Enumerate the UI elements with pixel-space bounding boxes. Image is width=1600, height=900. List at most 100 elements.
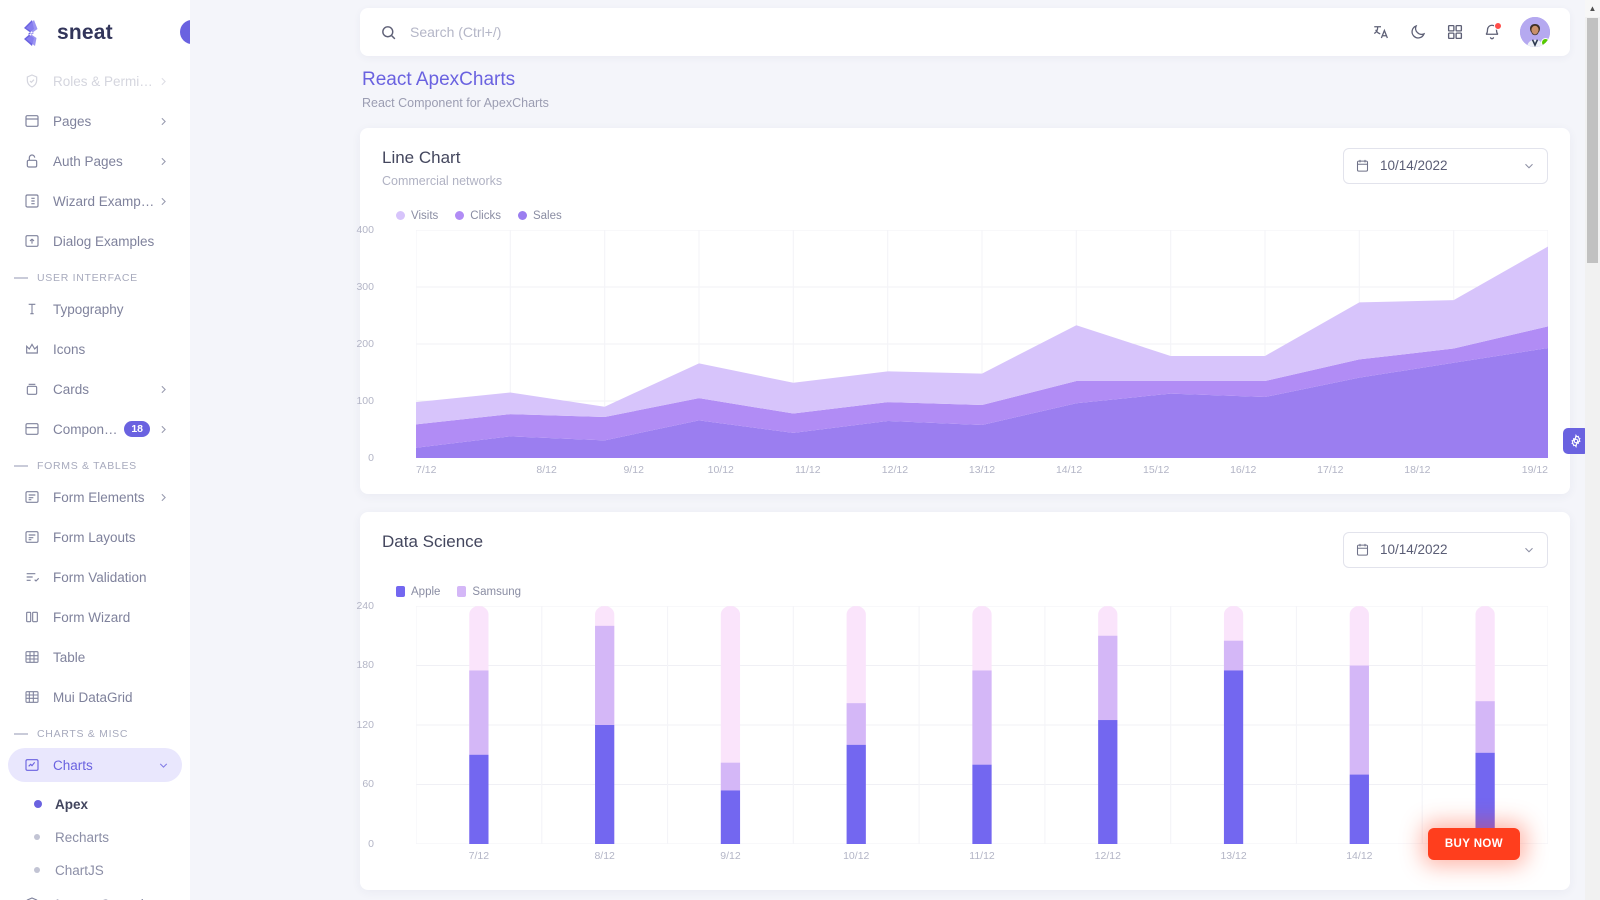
sidebar-subitem-label: Apex (55, 796, 89, 812)
online-status-dot (1541, 38, 1550, 47)
x-axis-tick: 12/12 (881, 463, 909, 476)
bullet-icon (34, 800, 42, 808)
translate-icon[interactable] (1372, 23, 1390, 41)
legend-swatch (396, 586, 405, 598)
page-subtitle: React Component for ApexCharts (362, 95, 549, 110)
sidebar-item-typography[interactable]: Typography (8, 292, 182, 326)
calendar-icon (1355, 542, 1370, 557)
chevron-right-icon (157, 115, 170, 128)
legend-label: Samsung (472, 585, 522, 598)
legend-item-samsung[interactable]: Samsung (457, 586, 521, 598)
sidebar-subitem-apex[interactable]: Apex (8, 788, 182, 820)
bar-chart-card: Data Science 10/14/2022 Apple Samsung 0 … (356, 511, 1570, 890)
x-axis-tick: 8/12 (536, 463, 557, 476)
section-dash (14, 465, 28, 467)
line-chart-datepicker[interactable]: 10/14/2022 (1343, 147, 1548, 184)
sidebar-item-auth-pages[interactable]: Auth Pages (8, 144, 182, 178)
legend-item-clicks[interactable]: Clicks (455, 210, 501, 222)
legend-item-apple[interactable]: Apple (396, 586, 440, 598)
page-heading: React ApexCharts React Component for Ape… (360, 68, 1582, 110)
dialog-icon (22, 231, 42, 251)
shield-icon (22, 894, 42, 900)
brand-logo-block[interactable]: sneat (0, 0, 190, 64)
sidebar-item-wizard-examples[interactable]: Wizard Examples (8, 184, 182, 218)
sidebar-item-label: Charts (53, 757, 93, 773)
bar-chart-datepicker[interactable]: 10/14/2022 (1343, 531, 1548, 568)
scrollbar-thumb[interactable] (1587, 18, 1598, 263)
x-axis-tick: 8/12 (594, 849, 615, 862)
sidebar-item-table[interactable]: Table (8, 640, 182, 674)
sidebar-item-components[interactable]: Components 18 (8, 412, 182, 446)
page-scrollbar[interactable]: ▲ (1585, 0, 1600, 900)
topbar-icon-group (1372, 17, 1550, 47)
x-axis-tick: 11/12 (969, 849, 995, 862)
y-axis-tick: 180 (356, 659, 374, 672)
sidebar-subitem-chartjs[interactable]: ChartJS (8, 854, 182, 886)
sidebar-item-dialog-examples[interactable]: Dialog Examples (8, 224, 182, 258)
gear-icon (1571, 434, 1581, 448)
x-axis-tick: 18/12 (1404, 463, 1431, 476)
list-box-icon (22, 191, 42, 211)
bullet-icon (34, 867, 40, 873)
legend-item-visits[interactable]: Visits (396, 210, 438, 222)
sidebar-item-label: Table (53, 649, 86, 665)
sidebar-item-label: Form Layouts (53, 529, 136, 545)
sidebar-item-mui-datagrid[interactable]: Mui DataGrid (8, 680, 182, 714)
legend-label: Visits (411, 209, 439, 222)
buy-now-button[interactable]: BUY NOW (1427, 828, 1520, 860)
sneat-logo-icon (24, 20, 38, 46)
sidebar-item-label: Dialog Examples (53, 233, 155, 249)
sidebar-item-label: Mui DataGrid (53, 689, 133, 705)
legend-item-sales[interactable]: Sales (517, 210, 562, 222)
sidebar-item-label: Form Elements (53, 489, 145, 505)
chevron-right-icon (157, 195, 170, 208)
sidebar-item-cards[interactable]: Cards (8, 372, 182, 406)
y-axis-tick: 200 (356, 337, 374, 350)
avatar[interactable] (1520, 17, 1550, 47)
bar-chart-header: Data Science 10/14/2022 (382, 531, 1548, 568)
notification-badge (1494, 22, 1502, 30)
search-box[interactable] (380, 24, 1372, 41)
section-label: CHARTS & MISC (37, 728, 129, 740)
datepicker-value: 10/14/2022 (1380, 158, 1448, 174)
bar-chart-x-axis: 7/128/129/1210/1211/1212/1213/1214/1215/… (416, 850, 1548, 862)
sidebar-item-form-validation[interactable]: Form Validation (8, 560, 182, 594)
x-axis-tick: 9/12 (720, 849, 741, 862)
y-axis-tick: 400 (356, 223, 374, 236)
chart-icon (22, 755, 42, 775)
sidebar-item-access-control[interactable]: Access Control (8, 887, 182, 900)
bell-icon[interactable] (1483, 22, 1502, 41)
y-axis-tick: 60 (362, 778, 374, 791)
sidebar-item-charts[interactable]: Charts (8, 748, 182, 782)
search-input[interactable] (410, 24, 1372, 40)
chevron-right-icon (157, 75, 170, 88)
scrollbar-up-arrow[interactable]: ▲ (1585, 0, 1600, 17)
sidebar-subitem-recharts[interactable]: Recharts (8, 821, 182, 853)
x-axis-tick: 13/12 (968, 463, 996, 476)
sidebar-item-roles-permissions[interactable]: Roles & Permissio... (8, 64, 182, 98)
sidebar-item-label: Form Wizard (53, 609, 131, 625)
form-wizard-icon (22, 607, 42, 627)
datepicker-value: 10/14/2022 (1380, 542, 1448, 558)
sidebar-section-forms-tables: FORMS & TABLES (8, 460, 182, 472)
form-validation-icon (22, 567, 42, 587)
legend-swatch (457, 586, 467, 598)
sidebar-item-pages[interactable]: Pages (8, 104, 182, 138)
chevron-right-icon (157, 155, 170, 168)
sidebar-item-form-wizard[interactable]: Form Wizard (8, 600, 182, 634)
sidebar-item-form-elements[interactable]: Form Elements (8, 480, 182, 514)
x-axis-tick: 14/12 (1346, 849, 1373, 862)
sidebar-subitem-label: ChartJS (55, 862, 104, 878)
sidebar-item-form-layouts[interactable]: Form Layouts (8, 520, 182, 554)
x-axis-tick: 16/12 (1230, 463, 1257, 476)
x-axis-tick: 14/12 (1055, 463, 1083, 476)
sidebar-item-label: Wizard Examples (53, 193, 157, 209)
x-axis-tick: 9/12 (623, 463, 644, 476)
grid-apps-icon[interactable] (1446, 23, 1464, 41)
typography-icon (22, 299, 42, 319)
section-label: FORMS & TABLES (37, 460, 137, 472)
card-title: Line Chart (382, 147, 461, 167)
component-icon (22, 419, 42, 439)
moon-icon[interactable] (1409, 23, 1427, 41)
sidebar-item-icons[interactable]: Icons (8, 332, 182, 366)
